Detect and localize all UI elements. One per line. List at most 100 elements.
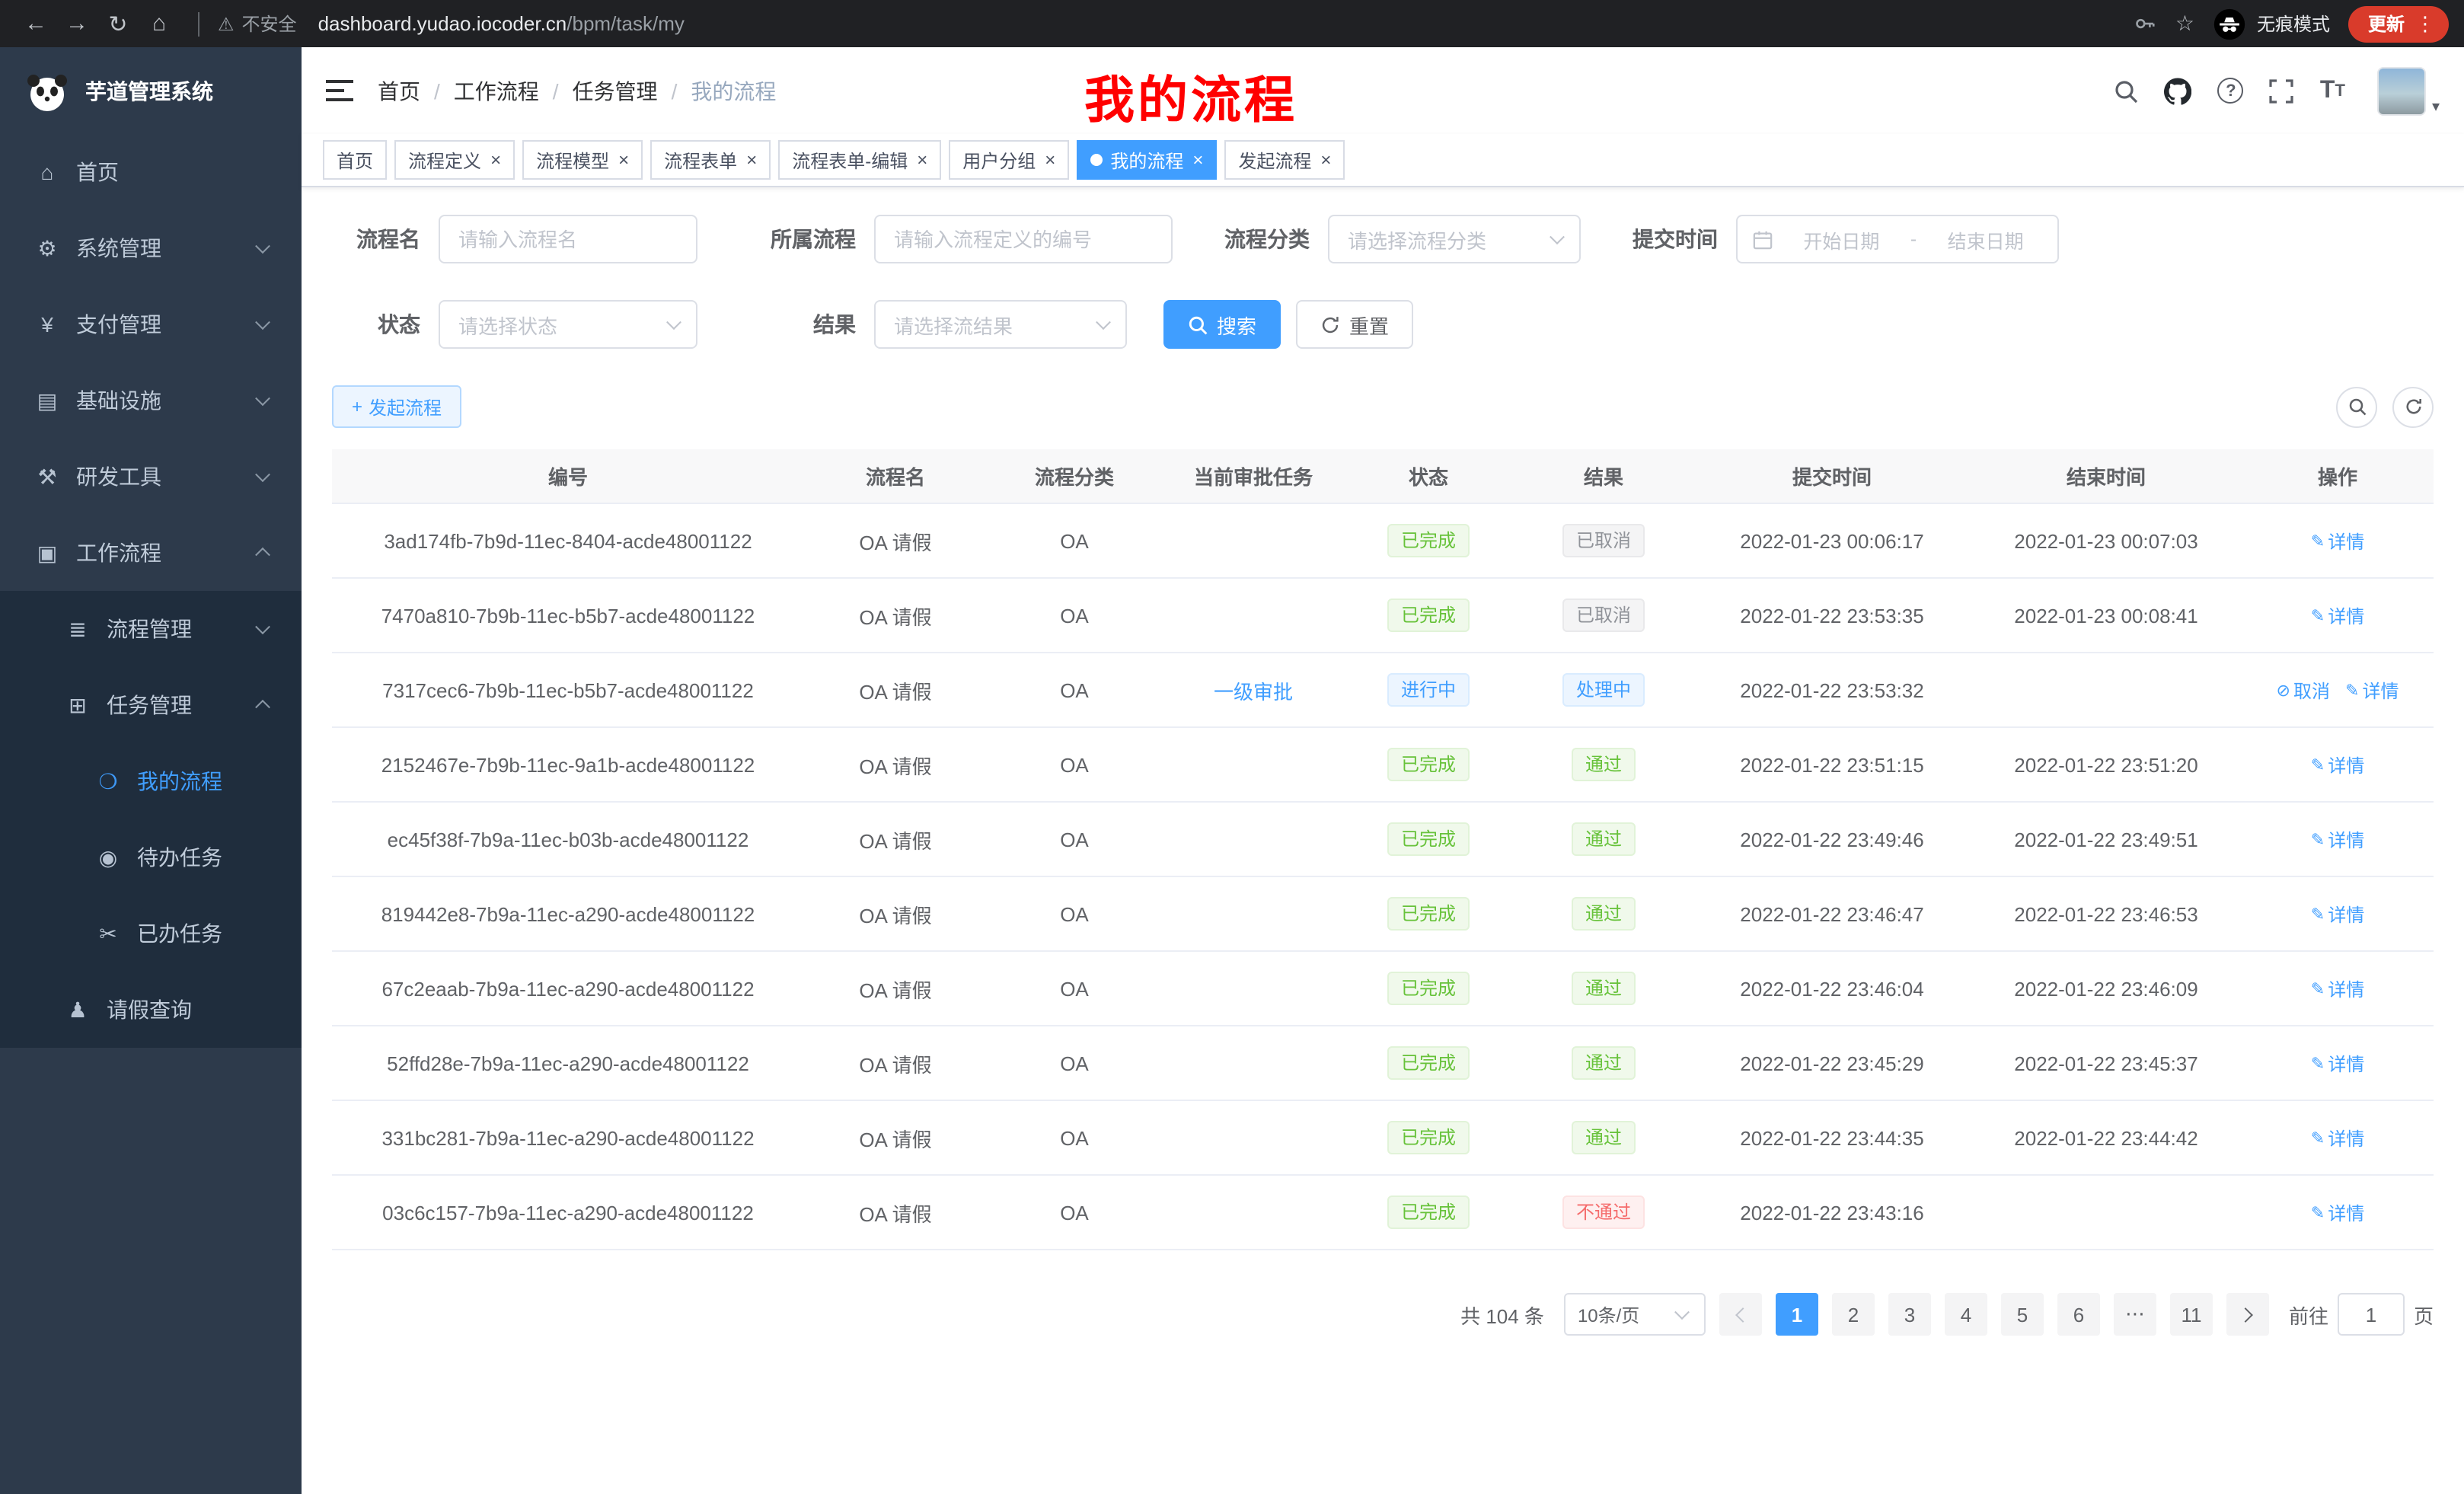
page-button-4[interactable]: 4 (1945, 1293, 1987, 1336)
close-icon[interactable]: × (618, 149, 629, 171)
detail-link[interactable]: ✎详情 (2311, 826, 2364, 852)
close-icon[interactable]: × (1320, 149, 1331, 171)
close-icon[interactable]: × (746, 149, 757, 171)
tab-process-form[interactable]: 流程表单× (650, 140, 771, 180)
tools-icon: ⚒ (30, 464, 64, 490)
status-select[interactable]: 请选择状态 (439, 300, 697, 349)
current-task-link[interactable]: 一级审批 (1214, 680, 1293, 703)
detail-link[interactable]: ✎详情 (2311, 602, 2364, 628)
font-size-icon[interactable]: TT (2320, 77, 2345, 104)
detail-link[interactable]: ✎详情 (2311, 1199, 2364, 1225)
status-tag: 已完成 (1387, 599, 1470, 632)
avatar[interactable] (2377, 66, 2426, 115)
page-button-6[interactable]: 6 (2057, 1293, 2100, 1336)
start-process-button[interactable]: + 发起流程 (332, 385, 461, 428)
process-name-input[interactable] (439, 215, 697, 263)
breadcrumb-item[interactable]: 任务管理 (573, 75, 691, 106)
result-select[interactable]: 请选择流结果 (874, 300, 1127, 349)
page-button-2[interactable]: 2 (1832, 1293, 1875, 1336)
page-button-5[interactable]: 5 (2001, 1293, 2044, 1336)
sidebar-item-my-process[interactable]: ❍我的流程 (0, 743, 302, 819)
detail-link[interactable]: ✎详情 (2311, 1125, 2364, 1151)
next-page-button[interactable] (2226, 1293, 2269, 1336)
tab-process-definition[interactable]: 流程定义× (394, 140, 515, 180)
address-bar[interactable]: dashboard.yudao.iocoder.cn/bpm/task/my (318, 12, 685, 35)
chevron-down-icon (255, 238, 270, 254)
tab-home[interactable]: 首页 (323, 140, 387, 180)
sidebar-item-dev-tools[interactable]: ⚒研发工具 (0, 439, 302, 515)
chat-icon: ❍ (91, 768, 125, 794)
detail-link[interactable]: ✎详情 (2311, 752, 2364, 777)
cell-result: 通过 (1512, 1046, 1695, 1080)
cancel-link[interactable]: ⊘取消 (2277, 677, 2330, 703)
fullscreen-icon[interactable] (2270, 78, 2294, 103)
sidebar-item-leave-query[interactable]: ♟请假查询 (0, 972, 302, 1048)
tags-view: 首页流程定义×流程模型×流程表单×流程表单-编辑×用户分组×我的流程×发起流程× (302, 134, 2464, 187)
hamburger-icon[interactable] (326, 79, 353, 102)
detail-link[interactable]: ✎详情 (2311, 975, 2364, 1001)
filter-label-result: 结果 (746, 309, 856, 340)
security-warning[interactable]: ⚠ 不安全 (218, 11, 297, 37)
cell-status: 已完成 (1345, 1046, 1512, 1080)
bookmark-star-icon[interactable]: ☆ (2175, 11, 2194, 37)
cell-result: 通过 (1512, 897, 1695, 931)
close-icon[interactable]: × (917, 149, 927, 171)
submit-time-range-picker[interactable]: 开始日期 - 结束日期 (1736, 215, 2059, 263)
page-button-11[interactable]: 11 (2170, 1293, 2213, 1336)
sidebar-item-task-mgmt[interactable]: ⊞任务管理 (0, 667, 302, 743)
browser-menu-icon[interactable]: ⋮ (2415, 11, 2435, 36)
prev-page-button[interactable] (1719, 1293, 1762, 1336)
sidebar: 芋道管理系统 ⌂首页⚙系统管理¥支付管理▤基础设施⚒研发工具▣工作流程≣流程管理… (0, 47, 302, 1494)
tab-user-group[interactable]: 用户分组× (949, 140, 1069, 180)
github-icon[interactable] (2165, 77, 2192, 104)
breadcrumb-item[interactable]: 首页 (378, 75, 454, 106)
search-button[interactable]: 搜索 (1163, 300, 1281, 349)
status-tag: 已完成 (1387, 972, 1470, 1005)
category-select[interactable]: 请选择流程分类 (1328, 215, 1581, 263)
page-size-select[interactable]: 10条/页 (1564, 1293, 1706, 1336)
table-body: 3ad174fb-7b9d-11ec-8404-acde48001122OA 请… (332, 504, 2434, 1250)
sidebar-item-todo-tasks[interactable]: ◉待办任务 (0, 819, 302, 895)
key-icon[interactable] (2134, 12, 2157, 35)
user-menu[interactable]: ▾ (2377, 66, 2440, 115)
chevron-down-icon (255, 467, 270, 482)
search-icon (2348, 397, 2366, 416)
detail-link[interactable]: ✎详情 (2311, 1050, 2364, 1076)
show-search-button[interactable] (2336, 386, 2377, 427)
edit-icon: ✎ (2311, 755, 2325, 774)
tab-process-form-edit[interactable]: 流程表单-编辑× (778, 140, 941, 180)
reset-button[interactable]: 重置 (1296, 300, 1413, 349)
sidebar-item-process-mgmt[interactable]: ≣流程管理 (0, 591, 302, 667)
detail-link[interactable]: ✎详情 (2345, 677, 2399, 703)
sidebar-item-home[interactable]: ⌂首页 (0, 134, 302, 210)
tab-start-process[interactable]: 发起流程× (1224, 140, 1345, 180)
close-icon[interactable]: × (1192, 149, 1203, 171)
page-button-3[interactable]: 3 (1888, 1293, 1931, 1336)
goto-page-input[interactable] (2338, 1293, 2405, 1336)
detail-link[interactable]: ✎详情 (2311, 901, 2364, 927)
sidebar-item-system-mgmt[interactable]: ⚙系统管理 (0, 210, 302, 286)
sidebar-item-infrastructure[interactable]: ▤基础设施 (0, 362, 302, 439)
refresh-table-button[interactable] (2392, 386, 2434, 427)
home-icon[interactable]: ⌂ (139, 11, 180, 37)
back-icon[interactable]: ← (15, 11, 56, 37)
page-more-button[interactable]: ⋯ (2114, 1293, 2156, 1336)
detail-link[interactable]: ✎详情 (2311, 528, 2364, 554)
help-icon[interactable]: ? (2218, 78, 2244, 104)
sidebar-item-payment-mgmt[interactable]: ¥支付管理 (0, 286, 302, 362)
update-button[interactable]: 更新 ⋮ (2348, 5, 2449, 42)
sidebar-item-done-tasks[interactable]: ✂已办任务 (0, 895, 302, 972)
tab-process-model[interactable]: 流程模型× (522, 140, 643, 180)
forward-icon[interactable]: → (56, 11, 97, 37)
sidebar-item-workflow[interactable]: ▣工作流程 (0, 515, 302, 591)
tab-my-process[interactable]: 我的流程× (1077, 140, 1217, 180)
cancel-icon: ⊘ (2277, 680, 2290, 700)
search-icon[interactable] (2115, 78, 2139, 103)
page-button-1[interactable]: 1 (1776, 1293, 1818, 1336)
close-icon[interactable]: × (490, 149, 501, 171)
close-icon[interactable]: × (1045, 149, 1055, 171)
process-definition-input[interactable] (874, 215, 1173, 263)
reload-icon[interactable]: ↻ (97, 10, 139, 37)
breadcrumb-item[interactable]: 工作流程 (454, 75, 573, 106)
logo-row[interactable]: 芋道管理系统 (0, 47, 302, 134)
